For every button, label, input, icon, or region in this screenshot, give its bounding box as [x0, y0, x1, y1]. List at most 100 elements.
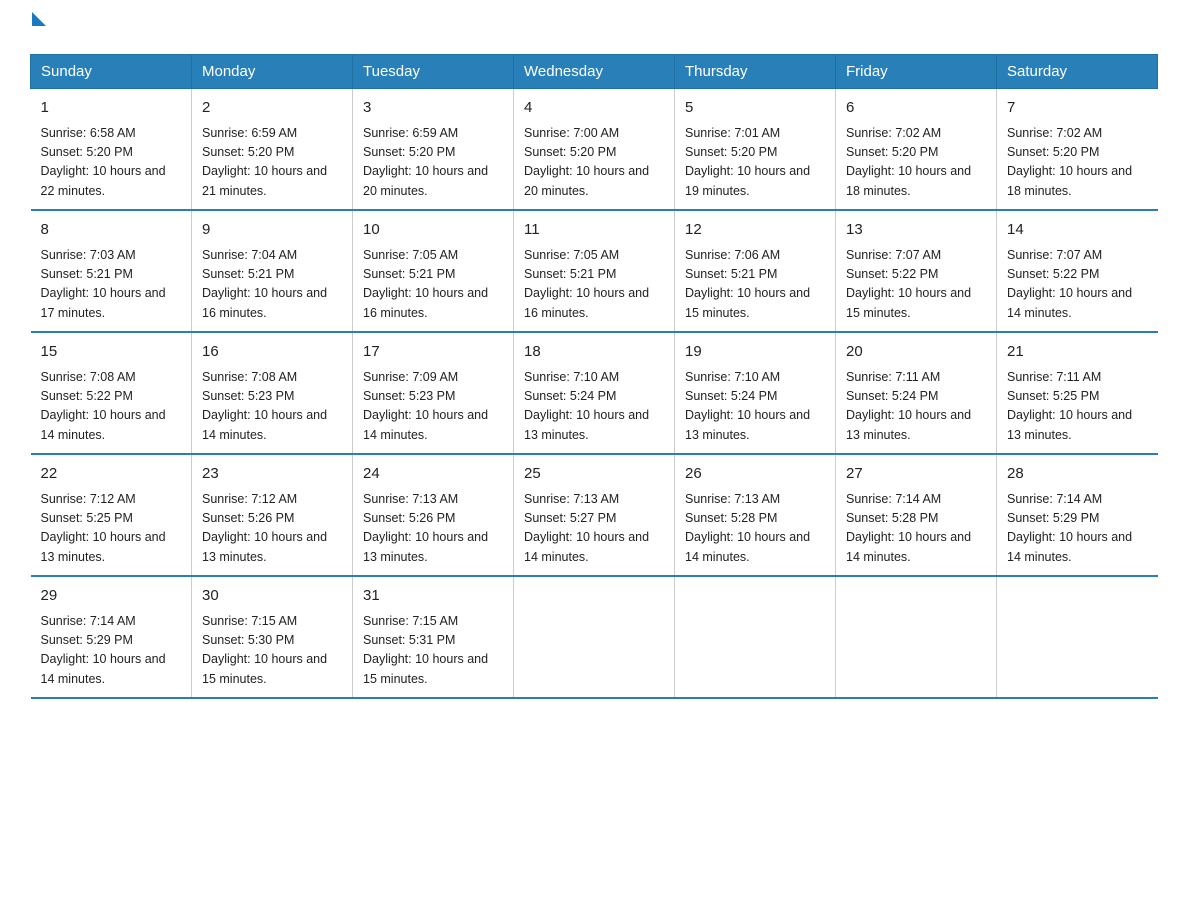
- day-detail: Sunrise: 6:59 AMSunset: 5:20 PMDaylight:…: [363, 124, 503, 202]
- day-cell-21: 21 Sunrise: 7:11 AMSunset: 5:25 PMDayligh…: [997, 332, 1158, 454]
- page-header: [30, 20, 1158, 34]
- week-row-2: 8 Sunrise: 7:03 AMSunset: 5:21 PMDaylight…: [31, 210, 1158, 332]
- day-cell-5: 5 Sunrise: 7:01 AMSunset: 5:20 PMDaylight…: [675, 89, 836, 211]
- day-detail: Sunrise: 7:02 AMSunset: 5:20 PMDaylight:…: [1007, 124, 1148, 202]
- day-number: 20: [846, 341, 986, 364]
- day-detail: Sunrise: 7:04 AMSunset: 5:21 PMDaylight:…: [202, 246, 342, 324]
- day-cell-7: 7 Sunrise: 7:02 AMSunset: 5:20 PMDaylight…: [997, 89, 1158, 211]
- day-detail: Sunrise: 6:58 AMSunset: 5:20 PMDaylight:…: [41, 124, 182, 202]
- weekday-header-sunday: Sunday: [31, 55, 192, 89]
- day-number: 22: [41, 463, 182, 486]
- day-detail: Sunrise: 7:05 AMSunset: 5:21 PMDaylight:…: [524, 246, 664, 324]
- day-number: 17: [363, 341, 503, 364]
- day-cell-22: 22 Sunrise: 7:12 AMSunset: 5:25 PMDayligh…: [31, 454, 192, 576]
- day-number: 2: [202, 97, 342, 120]
- day-number: 14: [1007, 219, 1148, 242]
- day-number: 15: [41, 341, 182, 364]
- day-number: 24: [363, 463, 503, 486]
- weekday-header-row: SundayMondayTuesdayWednesdayThursdayFrid…: [31, 55, 1158, 89]
- day-number: 13: [846, 219, 986, 242]
- day-detail: Sunrise: 7:13 AMSunset: 5:27 PMDaylight:…: [524, 490, 664, 568]
- week-row-1: 1 Sunrise: 6:58 AMSunset: 5:20 PMDaylight…: [31, 89, 1158, 211]
- day-cell-2: 2 Sunrise: 6:59 AMSunset: 5:20 PMDaylight…: [192, 89, 353, 211]
- day-detail: Sunrise: 7:01 AMSunset: 5:20 PMDaylight:…: [685, 124, 825, 202]
- day-detail: Sunrise: 7:13 AMSunset: 5:28 PMDaylight:…: [685, 490, 825, 568]
- day-number: 5: [685, 97, 825, 120]
- day-cell-10: 10 Sunrise: 7:05 AMSunset: 5:21 PMDayligh…: [353, 210, 514, 332]
- day-number: 26: [685, 463, 825, 486]
- day-detail: Sunrise: 7:06 AMSunset: 5:21 PMDaylight:…: [685, 246, 825, 324]
- day-detail: Sunrise: 6:59 AMSunset: 5:20 PMDaylight:…: [202, 124, 342, 202]
- day-cell-18: 18 Sunrise: 7:10 AMSunset: 5:24 PMDayligh…: [514, 332, 675, 454]
- empty-cell: [836, 576, 997, 698]
- day-detail: Sunrise: 7:14 AMSunset: 5:29 PMDaylight:…: [1007, 490, 1148, 568]
- day-detail: Sunrise: 7:08 AMSunset: 5:23 PMDaylight:…: [202, 368, 342, 446]
- week-row-5: 29 Sunrise: 7:14 AMSunset: 5:29 PMDayligh…: [31, 576, 1158, 698]
- day-detail: Sunrise: 7:08 AMSunset: 5:22 PMDaylight:…: [41, 368, 182, 446]
- calendar-table: SundayMondayTuesdayWednesdayThursdayFrid…: [30, 54, 1158, 699]
- day-number: 27: [846, 463, 986, 486]
- day-cell-26: 26 Sunrise: 7:13 AMSunset: 5:28 PMDayligh…: [675, 454, 836, 576]
- day-number: 9: [202, 219, 342, 242]
- day-cell-19: 19 Sunrise: 7:10 AMSunset: 5:24 PMDayligh…: [675, 332, 836, 454]
- day-number: 23: [202, 463, 342, 486]
- day-detail: Sunrise: 7:14 AMSunset: 5:29 PMDaylight:…: [41, 612, 182, 690]
- day-cell-15: 15 Sunrise: 7:08 AMSunset: 5:22 PMDayligh…: [31, 332, 192, 454]
- day-number: 21: [1007, 341, 1148, 364]
- logo: [30, 20, 46, 34]
- weekday-header-friday: Friday: [836, 55, 997, 89]
- day-number: 18: [524, 341, 664, 364]
- day-cell-1: 1 Sunrise: 6:58 AMSunset: 5:20 PMDaylight…: [31, 89, 192, 211]
- day-detail: Sunrise: 7:10 AMSunset: 5:24 PMDaylight:…: [524, 368, 664, 446]
- day-cell-24: 24 Sunrise: 7:13 AMSunset: 5:26 PMDayligh…: [353, 454, 514, 576]
- day-detail: Sunrise: 7:10 AMSunset: 5:24 PMDaylight:…: [685, 368, 825, 446]
- day-cell-11: 11 Sunrise: 7:05 AMSunset: 5:21 PMDayligh…: [514, 210, 675, 332]
- day-cell-29: 29 Sunrise: 7:14 AMSunset: 5:29 PMDayligh…: [31, 576, 192, 698]
- day-cell-20: 20Sunrise: 7:11 AMSunset: 5:24 PMDayligh…: [836, 332, 997, 454]
- day-number: 29: [41, 585, 182, 608]
- day-detail: Sunrise: 7:07 AMSunset: 5:22 PMDaylight:…: [846, 246, 986, 324]
- day-detail: Sunrise: 7:09 AMSunset: 5:23 PMDaylight:…: [363, 368, 503, 446]
- day-number: 16: [202, 341, 342, 364]
- day-cell-14: 14 Sunrise: 7:07 AMSunset: 5:22 PMDayligh…: [997, 210, 1158, 332]
- day-cell-16: 16 Sunrise: 7:08 AMSunset: 5:23 PMDayligh…: [192, 332, 353, 454]
- weekday-header-tuesday: Tuesday: [353, 55, 514, 89]
- day-detail: Sunrise: 7:03 AMSunset: 5:21 PMDaylight:…: [41, 246, 182, 324]
- day-detail: Sunrise: 7:07 AMSunset: 5:22 PMDaylight:…: [1007, 246, 1148, 324]
- day-cell-12: 12 Sunrise: 7:06 AMSunset: 5:21 PMDayligh…: [675, 210, 836, 332]
- day-detail: Sunrise: 7:12 AMSunset: 5:26 PMDaylight:…: [202, 490, 342, 568]
- day-detail: Sunrise: 7:11 AMSunset: 5:25 PMDaylight:…: [1007, 368, 1148, 446]
- week-row-4: 22 Sunrise: 7:12 AMSunset: 5:25 PMDayligh…: [31, 454, 1158, 576]
- day-detail: Sunrise: 7:13 AMSunset: 5:26 PMDaylight:…: [363, 490, 503, 568]
- day-number: 4: [524, 97, 664, 120]
- day-detail: Sunrise: 7:00 AMSunset: 5:20 PMDaylight:…: [524, 124, 664, 202]
- day-number: 11: [524, 219, 664, 242]
- day-detail: Sunrise: 7:05 AMSunset: 5:21 PMDaylight:…: [363, 246, 503, 324]
- empty-cell: [514, 576, 675, 698]
- day-cell-4: 4 Sunrise: 7:00 AMSunset: 5:20 PMDaylight…: [514, 89, 675, 211]
- day-cell-25: 25Sunrise: 7:13 AMSunset: 5:27 PMDayligh…: [514, 454, 675, 576]
- day-number: 7: [1007, 97, 1148, 120]
- day-number: 28: [1007, 463, 1148, 486]
- day-number: 19: [685, 341, 825, 364]
- day-number: 3: [363, 97, 503, 120]
- day-number: 10: [363, 219, 503, 242]
- day-number: 1: [41, 97, 182, 120]
- day-cell-27: 27 Sunrise: 7:14 AMSunset: 5:28 PMDayligh…: [836, 454, 997, 576]
- day-cell-23: 23 Sunrise: 7:12 AMSunset: 5:26 PMDayligh…: [192, 454, 353, 576]
- day-number: 12: [685, 219, 825, 242]
- day-cell-28: 28 Sunrise: 7:14 AMSunset: 5:29 PMDayligh…: [997, 454, 1158, 576]
- day-cell-17: 17 Sunrise: 7:09 AMSunset: 5:23 PMDayligh…: [353, 332, 514, 454]
- day-number: 8: [41, 219, 182, 242]
- day-detail: Sunrise: 7:14 AMSunset: 5:28 PMDaylight:…: [846, 490, 986, 568]
- weekday-header-wednesday: Wednesday: [514, 55, 675, 89]
- week-row-3: 15 Sunrise: 7:08 AMSunset: 5:22 PMDayligh…: [31, 332, 1158, 454]
- day-cell-31: 31Sunrise: 7:15 AMSunset: 5:31 PMDayligh…: [353, 576, 514, 698]
- day-detail: Sunrise: 7:15 AMSunset: 5:31 PMDaylight:…: [363, 612, 503, 690]
- day-detail: Sunrise: 7:12 AMSunset: 5:25 PMDaylight:…: [41, 490, 182, 568]
- logo-arrow-icon: [32, 12, 46, 26]
- empty-cell: [997, 576, 1158, 698]
- day-cell-13: 13 Sunrise: 7:07 AMSunset: 5:22 PMDayligh…: [836, 210, 997, 332]
- weekday-header-thursday: Thursday: [675, 55, 836, 89]
- day-cell-30: 30Sunrise: 7:15 AMSunset: 5:30 PMDayligh…: [192, 576, 353, 698]
